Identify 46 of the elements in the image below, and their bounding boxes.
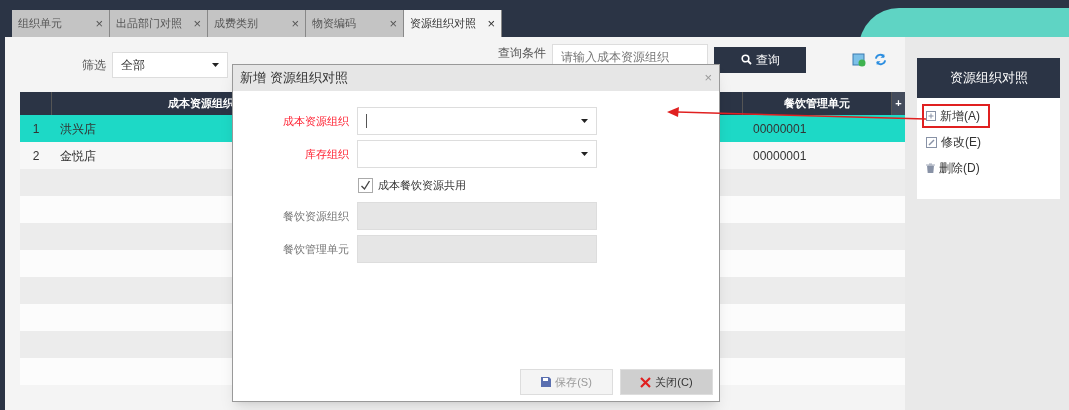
plus-icon bbox=[926, 111, 936, 121]
search-icon bbox=[740, 54, 752, 65]
select-field[interactable] bbox=[357, 140, 597, 168]
tab[interactable]: 资源组织对照 × bbox=[404, 10, 502, 37]
field-label: 成本资源组织 bbox=[282, 113, 349, 129]
caret-icon bbox=[212, 62, 219, 67]
field-label: 餐饮资源组织 bbox=[282, 208, 349, 224]
close-icon[interactable]: × bbox=[291, 13, 299, 34]
column-header: 餐饮管理单元 bbox=[783, 96, 850, 112]
select-field[interactable] bbox=[357, 107, 597, 135]
action-link[interactable]: 删除(D) bbox=[924, 158, 988, 178]
close-icon[interactable]: × bbox=[95, 13, 103, 34]
table-cell-text: 洪兴店 bbox=[60, 120, 96, 138]
table-cell-text: 1 bbox=[32, 120, 40, 138]
caret-icon bbox=[581, 119, 588, 123]
tab[interactable]: 出品部门对照 × bbox=[110, 10, 208, 37]
query-label: 查询条件 bbox=[498, 44, 546, 62]
search-button[interactable]: 查询 bbox=[714, 46, 806, 73]
checkbox[interactable] bbox=[358, 177, 373, 193]
refresh-icon[interactable] bbox=[874, 53, 887, 66]
filter-label: 筛选 bbox=[82, 56, 106, 74]
caret-icon bbox=[581, 152, 588, 156]
export-icon[interactable] bbox=[852, 52, 866, 67]
table-cell-text: 00000001 bbox=[753, 147, 807, 165]
trash-icon bbox=[926, 163, 935, 173]
table-cell-text: 2 bbox=[32, 147, 40, 165]
tab[interactable]: 成费类别 × bbox=[208, 10, 306, 37]
close-icon[interactable]: × bbox=[389, 13, 397, 34]
close-icon[interactable]: × bbox=[487, 13, 495, 34]
panel-title: 资源组织对照 bbox=[917, 58, 1060, 98]
pencil-icon bbox=[926, 136, 937, 148]
close-button[interactable]: 关闭(C) bbox=[620, 369, 713, 395]
field-label: 库存组织 bbox=[304, 146, 349, 162]
action-link[interactable]: 修改(E) bbox=[924, 132, 988, 152]
table-cell-text: 00000001 bbox=[753, 120, 807, 138]
close-icon bbox=[640, 376, 652, 388]
field-label: 餐饮管理单元 bbox=[282, 241, 349, 257]
table-cell-text: 金悦店 bbox=[60, 147, 96, 165]
dialog-title: 新增 资源组织对照 bbox=[240, 69, 348, 88]
tab[interactable]: 物资编码 × bbox=[306, 10, 404, 37]
filter-select[interactable]: 全部 bbox=[112, 51, 228, 78]
action-link[interactable]: 新增(A) bbox=[924, 106, 988, 126]
add-column-button[interactable]: + bbox=[892, 92, 905, 115]
tab[interactable]: 组织单元 × bbox=[12, 10, 110, 37]
close-icon[interactable]: × bbox=[193, 13, 201, 34]
checkbox-label: 成本餐饮资源共用 bbox=[378, 177, 466, 193]
